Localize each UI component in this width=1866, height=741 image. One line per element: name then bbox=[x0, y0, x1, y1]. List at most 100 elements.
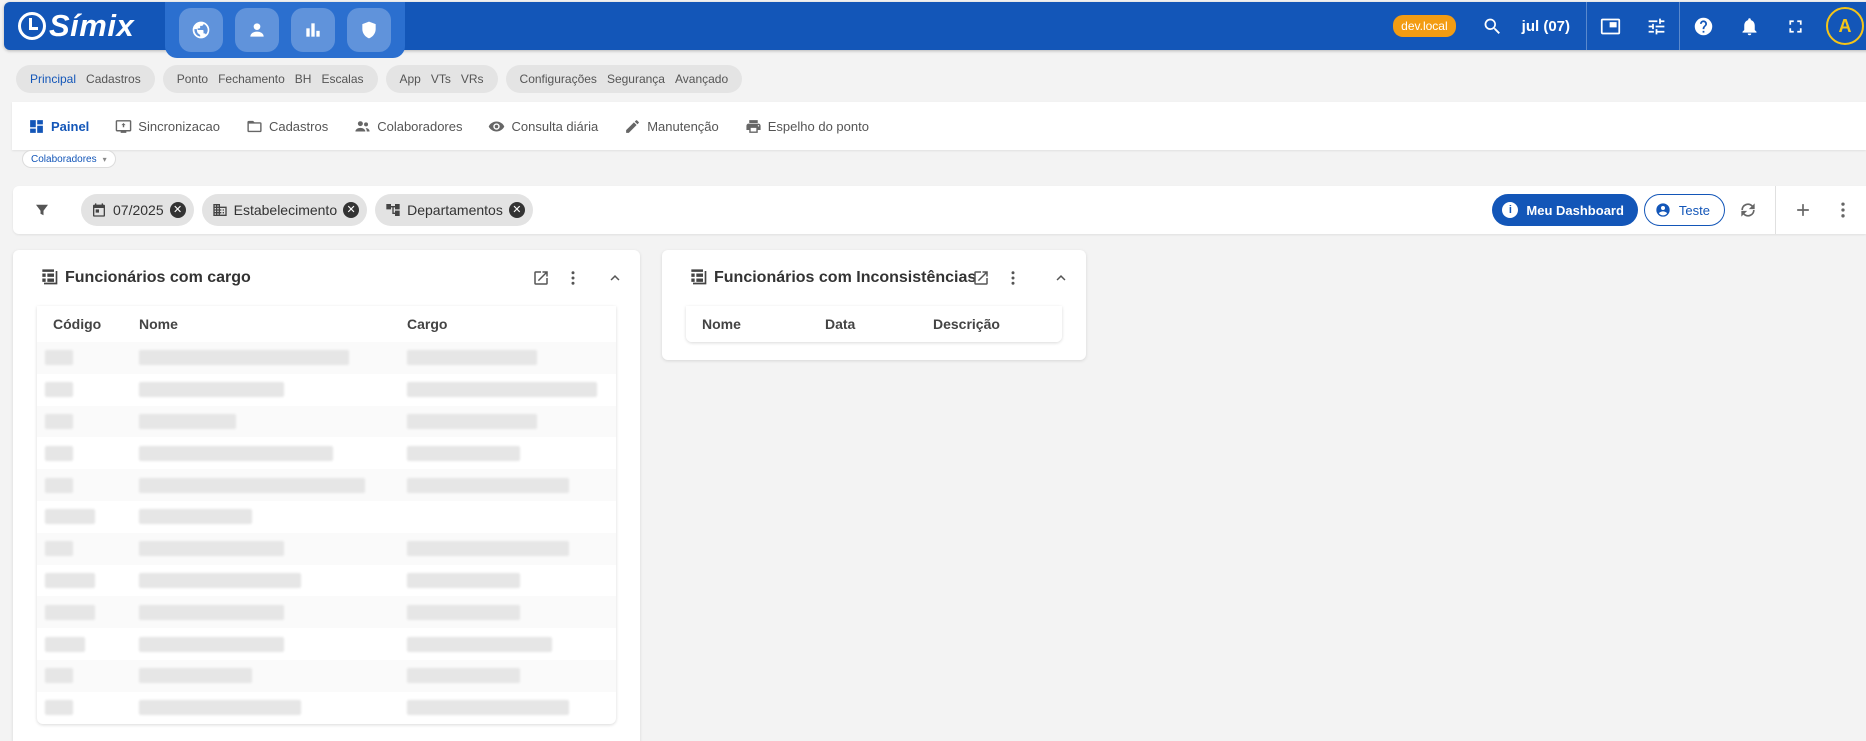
teste-dashboard-button[interactable]: Teste bbox=[1643, 194, 1725, 226]
remove-filter-icon[interactable]: ✕ bbox=[508, 202, 525, 218]
table-row[interactable] bbox=[37, 532, 616, 565]
redacted-value bbox=[407, 700, 569, 716]
category-link[interactable]: App bbox=[400, 72, 421, 86]
open-external-button[interactable] bbox=[528, 265, 554, 291]
table-row[interactable] bbox=[37, 565, 616, 597]
redacted-value bbox=[45, 477, 73, 493]
redacted-value bbox=[407, 382, 597, 398]
column-header[interactable]: Nome bbox=[123, 306, 391, 342]
table-cell bbox=[37, 659, 123, 692]
category-link[interactable]: Configurações bbox=[520, 72, 597, 86]
table-cell bbox=[123, 628, 391, 660]
redacted-value bbox=[45, 668, 73, 684]
section-selector[interactable]: Colaboradores ▾ bbox=[22, 150, 116, 168]
table-row[interactable] bbox=[37, 596, 616, 629]
refresh-button[interactable] bbox=[1731, 193, 1765, 227]
redacted-value bbox=[407, 572, 520, 588]
table-row[interactable] bbox=[37, 405, 616, 438]
search-button[interactable] bbox=[1470, 2, 1516, 50]
category-link[interactable]: Ponto bbox=[177, 72, 208, 86]
category-link[interactable]: Avançado bbox=[675, 72, 728, 86]
card-menu-button[interactable] bbox=[560, 265, 586, 291]
table-cell bbox=[391, 565, 616, 597]
redacted-value bbox=[45, 509, 95, 525]
table-row[interactable] bbox=[37, 501, 616, 533]
redacted-value bbox=[45, 572, 95, 588]
nav-item-consulta-diaria[interactable]: Consulta diária bbox=[488, 118, 598, 135]
redacted-value bbox=[45, 350, 73, 366]
filter-chip-estabelecimento[interactable]: Estabelecimento ✕ bbox=[201, 194, 368, 226]
nav-item-sincronizacao[interactable]: Sincronizacao bbox=[115, 118, 220, 135]
filter-chip-departamentos[interactable]: Departamentos ✕ bbox=[375, 194, 533, 226]
category-link[interactable]: Fechamento bbox=[218, 72, 285, 86]
table-row[interactable] bbox=[37, 659, 616, 692]
open-external-button[interactable] bbox=[968, 265, 994, 291]
nav-item-label: Consulta diária bbox=[511, 118, 599, 134]
table-cell bbox=[37, 405, 123, 438]
category-link[interactable]: BH bbox=[295, 72, 312, 86]
category-link[interactable]: Escalas bbox=[321, 72, 363, 86]
settings-tune-button[interactable] bbox=[1633, 2, 1679, 50]
table-cell bbox=[123, 437, 391, 469]
card-header: Funcionários com cargo bbox=[13, 250, 640, 306]
table-row[interactable] bbox=[37, 374, 616, 406]
nav-item-manutencao[interactable]: Manutenção bbox=[624, 118, 719, 135]
open-in-new-icon bbox=[534, 271, 548, 285]
table-row[interactable] bbox=[37, 342, 616, 374]
column-header[interactable]: Data bbox=[809, 306, 917, 342]
globe-module-button[interactable] bbox=[179, 8, 223, 52]
category-link[interactable]: VRs bbox=[461, 72, 484, 86]
environment-badge: dev.local bbox=[1393, 15, 1456, 37]
collapse-button[interactable] bbox=[1048, 265, 1074, 291]
nav-item-colaboradores[interactable]: Colaboradores bbox=[354, 118, 462, 135]
app-logo[interactable]: Símix bbox=[18, 8, 134, 44]
filter-button[interactable] bbox=[33, 201, 73, 219]
table-row[interactable] bbox=[37, 628, 616, 660]
table-row[interactable] bbox=[37, 437, 616, 469]
column-header[interactable]: Nome bbox=[686, 306, 809, 342]
table-cell bbox=[123, 374, 391, 406]
remove-filter-icon[interactable]: ✕ bbox=[343, 202, 360, 218]
shield-module-button[interactable] bbox=[347, 8, 391, 52]
meu-dashboard-button[interactable]: i Meu Dashboard bbox=[1492, 194, 1638, 226]
chart-module-button[interactable] bbox=[291, 8, 335, 52]
nav-item-cadastros[interactable]: Cadastros bbox=[246, 118, 328, 135]
top-bar-actions: dev.local jul (07) A bbox=[1393, 2, 1864, 50]
nav-item-painel[interactable]: Painel bbox=[28, 118, 89, 135]
open-in-new-icon bbox=[974, 271, 988, 285]
filter-chip-label: Estabelecimento bbox=[233, 202, 338, 218]
filter-chip-period[interactable]: 07/2025 ✕ bbox=[81, 194, 194, 226]
collapse-button[interactable] bbox=[602, 265, 628, 291]
eye-icon bbox=[489, 121, 505, 131]
add-widget-button[interactable] bbox=[1786, 193, 1820, 227]
redacted-value bbox=[407, 668, 520, 684]
tune-icon bbox=[1648, 18, 1664, 34]
category-link[interactable]: Segurança bbox=[607, 72, 665, 86]
remove-filter-icon[interactable]: ✕ bbox=[169, 202, 186, 218]
category-chip-config: Configurações Segurança Avançado bbox=[505, 65, 743, 93]
more-options-button[interactable] bbox=[1826, 193, 1860, 227]
period-selector[interactable]: jul (07) bbox=[1522, 18, 1570, 35]
table-cell bbox=[37, 532, 123, 565]
table-row[interactable] bbox=[37, 692, 616, 724]
table-row[interactable] bbox=[37, 469, 616, 501]
category-link[interactable]: Cadastros bbox=[86, 72, 141, 86]
card-menu-button[interactable] bbox=[1000, 265, 1026, 291]
table-cell bbox=[391, 659, 616, 692]
notifications-button[interactable] bbox=[1726, 2, 1772, 50]
hierarchy-icon bbox=[386, 204, 400, 216]
nav-item-espelho-do-ponto[interactable]: Espelho do ponto bbox=[745, 118, 869, 135]
person-module-button[interactable] bbox=[235, 8, 279, 52]
redacted-value bbox=[139, 668, 252, 684]
fullscreen-button[interactable] bbox=[1772, 2, 1818, 50]
column-header[interactable]: Código bbox=[37, 306, 123, 342]
card-funcionarios-com-inconsistencias: Funcionários com Inconsistências Nome Da… bbox=[662, 250, 1086, 360]
help-button[interactable] bbox=[1680, 2, 1726, 50]
redacted-value bbox=[139, 445, 333, 461]
category-link[interactable]: Principal bbox=[30, 72, 76, 86]
category-link[interactable]: VTs bbox=[431, 72, 451, 86]
column-header[interactable]: Descrição bbox=[917, 306, 1062, 342]
picture-in-picture-button[interactable] bbox=[1587, 2, 1633, 50]
column-header[interactable]: Cargo bbox=[391, 306, 616, 342]
user-avatar[interactable]: A bbox=[1826, 7, 1864, 45]
